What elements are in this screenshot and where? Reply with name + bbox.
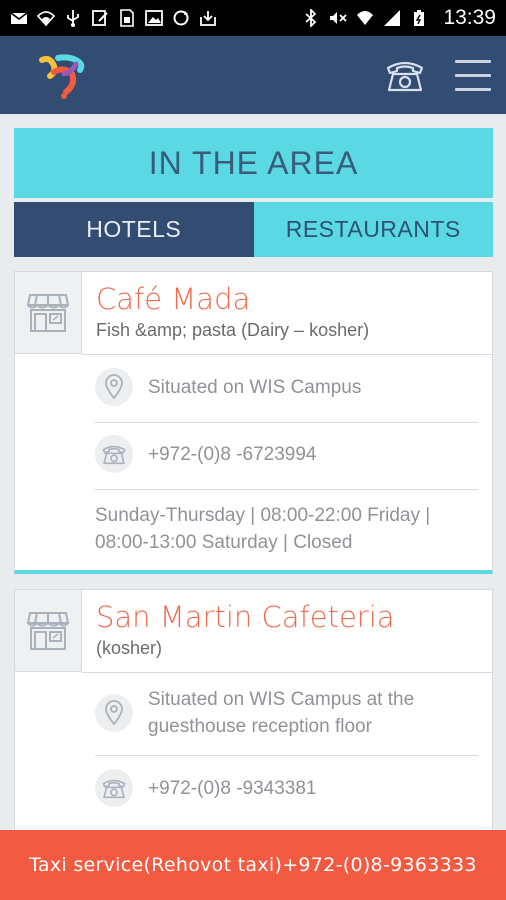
hamburger-menu-icon[interactable]	[455, 58, 491, 92]
edit-icon	[92, 10, 108, 26]
battery-icon	[414, 10, 425, 26]
usb-icon	[67, 10, 79, 27]
storefront-icon	[26, 611, 70, 650]
card-header-divider	[82, 672, 492, 673]
card-side-panel	[15, 272, 82, 354]
location-pin-icon	[95, 368, 133, 406]
phone-text[interactable]: +972-(0)8 -9343381	[148, 775, 317, 802]
image-icon	[145, 10, 163, 26]
row-divider	[95, 489, 478, 490]
location-text: Situated on WIS Campus at the guesthouse…	[148, 689, 415, 737]
sim-icon	[120, 9, 134, 27]
restaurant-subtitle: Fish &amp; pasta (Dairy – kosher)	[96, 320, 370, 340]
card-header-divider	[82, 354, 492, 355]
status-icons-left	[10, 9, 217, 27]
restaurant-subtitle: (kosher)	[96, 638, 163, 658]
restaurant-name: Café Mada	[96, 282, 251, 316]
sync-icon	[173, 10, 189, 26]
phone-icon	[95, 769, 133, 807]
status-time: 13:39	[443, 6, 496, 29]
location-text: Situated on WIS Campus	[148, 376, 362, 398]
wifi-icon	[37, 11, 55, 27]
cell-signal-icon	[384, 10, 401, 26]
page-title: IN THE AREA	[14, 128, 493, 198]
status-bar: 13:39	[0, 0, 506, 36]
mail-icon	[10, 12, 28, 24]
phone-icon	[95, 435, 133, 473]
app-header	[0, 36, 506, 114]
status-icons-right: 13:39	[302, 6, 496, 30]
tab-restaurants[interactable]: RESTAURANTS	[253, 202, 493, 257]
phone-row[interactable]: +972-(0)8 -9343381	[95, 769, 478, 807]
wifi-signal-icon	[357, 11, 374, 25]
tab-hotels[interactable]: HOTELS	[14, 202, 254, 257]
row-divider	[95, 422, 478, 423]
restaurant-card[interactable]: Café Mada Fish &amp; pasta (Dairy – kosh…	[14, 271, 493, 574]
download-icon	[200, 11, 216, 26]
restaurant-name: San Martin Cafeteria	[96, 600, 395, 634]
phone-text[interactable]: +972-(0)8 -6723994	[148, 441, 317, 468]
bluetooth-icon	[305, 9, 317, 27]
card-side-panel	[15, 590, 82, 672]
mute-icon	[330, 12, 348, 24]
opening-hours: Sunday-Thursday | 08:00-22:00 Friday | 0…	[95, 505, 431, 553]
row-divider	[95, 755, 478, 756]
location-row: Situated on WIS Campus at the guesthouse…	[95, 686, 478, 740]
location-pin-icon	[95, 694, 133, 732]
phone-row[interactable]: +972-(0)8 -6723994	[95, 435, 478, 473]
phone-icon[interactable]	[384, 56, 426, 94]
taxi-service-bar[interactable]: Taxi service(Rehovot taxi)+972-(0)8-9363…	[0, 830, 506, 900]
storefront-icon	[26, 293, 70, 332]
main-content[interactable]: IN THE AREA HOTELS RESTAURANTS Café Mada…	[0, 114, 506, 830]
app-logo-icon[interactable]	[36, 50, 92, 100]
category-tabs: HOTELS RESTAURANTS	[14, 202, 493, 257]
location-row: Situated on WIS Campus	[95, 368, 478, 406]
restaurant-card[interactable]: San Martin Cafeteria (kosher) Situated o…	[14, 589, 493, 830]
